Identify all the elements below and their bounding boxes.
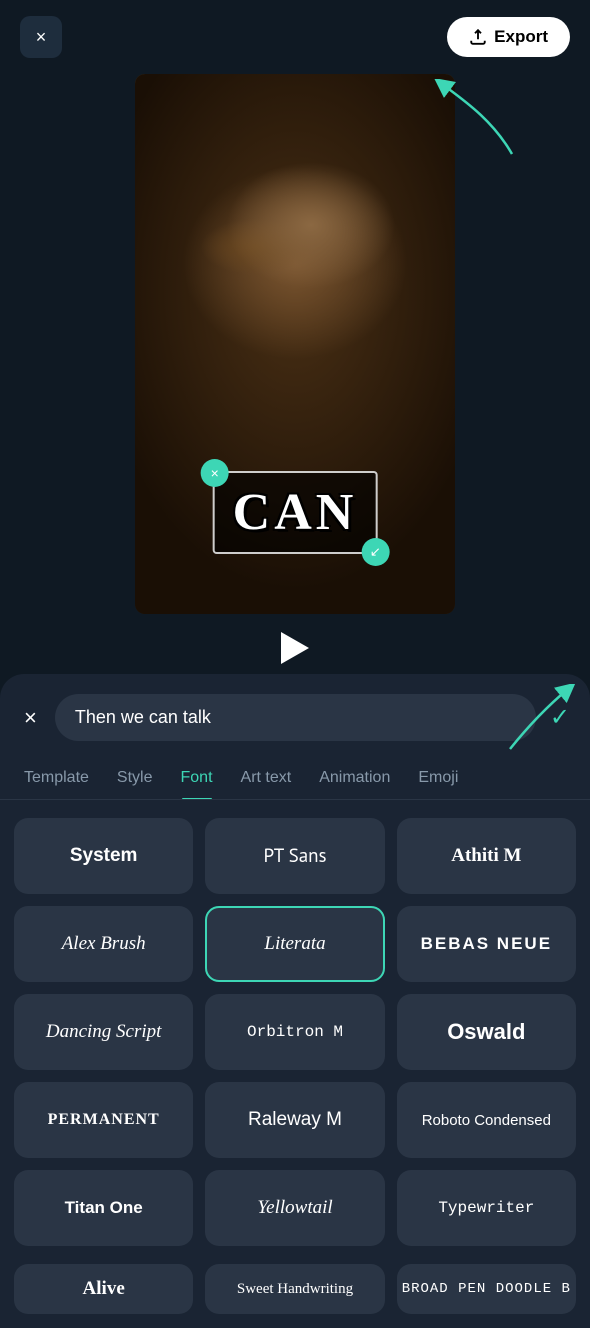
play-button-area[interactable] xyxy=(0,614,590,674)
font-label-alive: Alive xyxy=(83,1278,125,1300)
font-label-alexbrush: Alex Brush xyxy=(62,933,146,955)
font-item-system[interactable]: System xyxy=(14,818,193,894)
font-item-literata[interactable]: Literata xyxy=(205,906,384,982)
video-section: × CAN ↙ xyxy=(0,74,590,614)
font-label-raleway: Raleway M xyxy=(248,1109,342,1131)
font-item-typewriter[interactable]: Typewriter xyxy=(397,1170,576,1246)
export-icon xyxy=(469,28,487,46)
font-label-ptsans: PT Sans xyxy=(263,844,326,868)
overlay-close-button[interactable]: × xyxy=(201,459,229,487)
export-label: Export xyxy=(494,27,548,47)
export-button[interactable]: Export xyxy=(447,17,570,57)
search-input[interactable] xyxy=(55,694,536,741)
search-close-button[interactable]: × xyxy=(20,701,41,735)
tab-template[interactable]: Template xyxy=(10,757,103,799)
font-item-titanone[interactable]: Titan One xyxy=(14,1170,193,1246)
font-label-oswald: Oswald xyxy=(447,1019,525,1045)
top-bar: × Export xyxy=(0,0,590,74)
resize-icon: ↙ xyxy=(370,544,381,560)
font-label-yellowtail: Yellowtail xyxy=(257,1197,332,1219)
font-item-ptsans[interactable]: PT Sans xyxy=(205,818,384,894)
font-label-typewriter: Typewriter xyxy=(438,1199,534,1217)
text-overlay[interactable]: × CAN ↙ xyxy=(213,471,378,554)
font-item-roboto[interactable]: Roboto Condensed xyxy=(397,1082,576,1158)
tab-font[interactable]: Font xyxy=(167,757,227,799)
font-item-broad[interactable]: BROAD PEN DOODLE B xyxy=(397,1264,576,1314)
font-label-dancing: Dancing Script xyxy=(46,1021,162,1043)
font-label-broad: BROAD PEN DOODLE B xyxy=(402,1281,571,1297)
bottom-panel: × ✓ Template Style Font Art text xyxy=(0,674,590,1328)
font-item-alexbrush[interactable]: Alex Brush xyxy=(14,906,193,982)
tab-emoji[interactable]: Emoji xyxy=(404,757,472,799)
font-label-athiti: Athiti M xyxy=(451,845,521,867)
font-item-dancing[interactable]: Dancing Script xyxy=(14,994,193,1070)
overlay-text: CAN xyxy=(233,484,358,541)
tab-animation[interactable]: Animation xyxy=(305,757,404,799)
font-item-oswald[interactable]: Oswald xyxy=(397,994,576,1070)
font-label-orbitron: Orbitron M xyxy=(247,1023,343,1041)
font-label-roboto: Roboto Condensed xyxy=(422,1112,551,1129)
search-row: × ✓ xyxy=(0,694,590,757)
tab-style[interactable]: Style xyxy=(103,757,167,799)
font-item-yellowtail[interactable]: Yellowtail xyxy=(205,1170,384,1246)
close-icon: × xyxy=(36,27,47,48)
font-grid-last-row: Alive Sweet Handwriting BROAD PEN DOODLE… xyxy=(0,1264,590,1328)
font-label-bebas: BEBAS NEUE xyxy=(421,934,552,954)
font-grid: System PT Sans Athiti M Alex Brush Liter… xyxy=(0,800,590,1264)
font-label-literata: Literata xyxy=(264,933,325,955)
close-button[interactable]: × xyxy=(20,16,62,58)
font-item-athiti[interactable]: Athiti M xyxy=(397,818,576,894)
font-label-permanent: PERMANENT xyxy=(48,1111,160,1129)
font-item-raleway[interactable]: Raleway M xyxy=(205,1082,384,1158)
tab-arttext[interactable]: Art text xyxy=(227,757,306,799)
tabs-row: Template Style Font Art text Animation E… xyxy=(0,757,590,800)
font-item-permanent[interactable]: PERMANENT xyxy=(14,1082,193,1158)
overlay-close-icon: × xyxy=(211,465,219,481)
confirm-button[interactable]: ✓ xyxy=(550,703,570,732)
font-label-titanone: Titan One xyxy=(65,1198,143,1218)
overlay-resize-handle[interactable]: ↙ xyxy=(361,538,389,566)
video-preview: × CAN ↙ xyxy=(135,74,455,614)
font-item-bebas[interactable]: BEBAS NEUE xyxy=(397,906,576,982)
font-item-alive[interactable]: Alive xyxy=(14,1264,193,1314)
font-label-sweet: Sweet Handwriting xyxy=(237,1281,353,1298)
font-item-sweet[interactable]: Sweet Handwriting xyxy=(205,1264,384,1314)
font-label-system: System xyxy=(70,845,138,867)
font-item-orbitron[interactable]: Orbitron M xyxy=(205,994,384,1070)
play-button[interactable] xyxy=(281,632,309,664)
